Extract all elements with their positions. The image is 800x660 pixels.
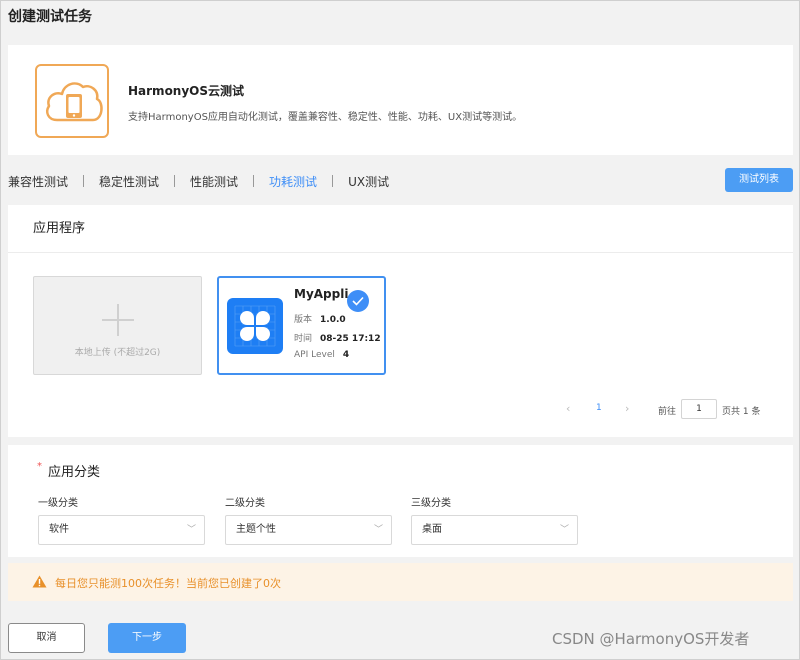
tab-divider: [83, 175, 85, 187]
tab-performance[interactable]: 性能测试: [190, 173, 238, 190]
next-step-button[interactable]: 下一步: [108, 623, 186, 653]
service-header-card: HarmonyOS云测试 支持HarmonyOS应用自动化测试，覆盖兼容性、稳定…: [8, 45, 793, 155]
time-label: 时间: [294, 334, 313, 344]
pagination: ‹ 1 › 前往 页共 1 条: [563, 399, 788, 421]
total-label: 页共 1 条: [722, 407, 761, 417]
level3-value: 桌面: [422, 524, 442, 535]
level1-label: 一级分类: [38, 498, 78, 509]
warning-icon: [32, 575, 47, 588]
local-upload-button[interactable]: 本地上传 (不超过2G): [33, 276, 202, 375]
level2-select[interactable]: 主题个性 ﹀: [225, 515, 392, 545]
app-api-row: API Level 4: [294, 350, 349, 360]
app-section: 应用程序 本地上传 (不超过2G) MyAppli... 版本 1.0.0 时间…: [8, 205, 793, 437]
time-value: 08-25 17:12: [320, 334, 381, 344]
tab-divider: [174, 175, 176, 187]
level3-label: 三级分类: [411, 498, 451, 509]
tab-power[interactable]: 功耗测试: [269, 173, 317, 190]
page-title: 创建测试任务: [8, 9, 92, 25]
level3-select[interactable]: 桌面 ﹀: [411, 515, 578, 545]
goto-page-input[interactable]: [681, 399, 717, 419]
chevron-down-icon: ﹀: [559, 525, 569, 535]
tab-stability[interactable]: 稳定性测试: [99, 173, 159, 190]
chevron-down-icon: ﹀: [373, 525, 383, 535]
app-section-title: 应用程序: [8, 205, 793, 253]
tab-compatibility[interactable]: 兼容性测试: [8, 173, 68, 190]
check-icon: [347, 290, 369, 312]
upload-label: 本地上传 (不超过2G): [74, 348, 161, 358]
version-value: 1.0.0: [320, 315, 346, 325]
level1-select[interactable]: 软件 ﹀: [38, 515, 205, 545]
warning-bar: 每日您只能测100次任务！当前您已创建了0次: [8, 563, 793, 601]
prev-page-icon[interactable]: ‹: [566, 402, 570, 415]
level2-label: 二级分类: [225, 498, 265, 509]
cancel-button[interactable]: 取消: [8, 623, 85, 653]
plus-icon: [117, 304, 119, 336]
service-description: 支持HarmonyOS应用自动化测试，覆盖兼容性、稳定性、性能、功耗、UX测试等…: [128, 112, 523, 123]
level1-value: 软件: [49, 524, 69, 535]
required-mark: *: [37, 461, 42, 472]
version-label: 版本: [294, 315, 313, 325]
next-page-icon[interactable]: ›: [625, 402, 629, 415]
category-section: * 应用分类 一级分类 软件 ﹀ 二级分类 主题个性 ﹀ 三级分类 桌面 ﹀: [8, 445, 793, 557]
level2-value: 主题个性: [236, 524, 276, 535]
category-title-text: 应用分类: [48, 465, 101, 480]
tab-divider: [253, 175, 255, 187]
warning-text: 每日您只能测100次任务！当前您已创建了0次: [55, 577, 281, 590]
app-time-row: 时间 08-25 17:12: [294, 331, 381, 344]
page-number[interactable]: 1: [596, 403, 602, 413]
chevron-down-icon: ﹀: [186, 525, 196, 535]
tab-divider: [332, 175, 334, 187]
app-icon: [227, 298, 283, 354]
api-value: 4: [342, 350, 350, 360]
api-label: API Level: [294, 350, 335, 360]
test-list-button[interactable]: 测试列表: [725, 168, 793, 192]
app-card[interactable]: MyAppli... 版本 1.0.0 时间 08-25 17:12 API Lev…: [217, 276, 386, 375]
tab-ux[interactable]: UX测试: [348, 173, 389, 190]
watermark: CSDN @HarmonyOS开发者: [552, 630, 750, 648]
app-version-row: 版本 1.0.0: [294, 312, 346, 325]
goto-label: 前往: [658, 407, 677, 417]
service-title: HarmonyOS云测试: [128, 84, 245, 98]
category-title: * 应用分类: [37, 461, 100, 480]
cloud-phone-icon: [35, 64, 109, 138]
test-type-tabs: 兼容性测试 稳定性测试 性能测试 功耗测试 UX测试: [8, 172, 389, 190]
